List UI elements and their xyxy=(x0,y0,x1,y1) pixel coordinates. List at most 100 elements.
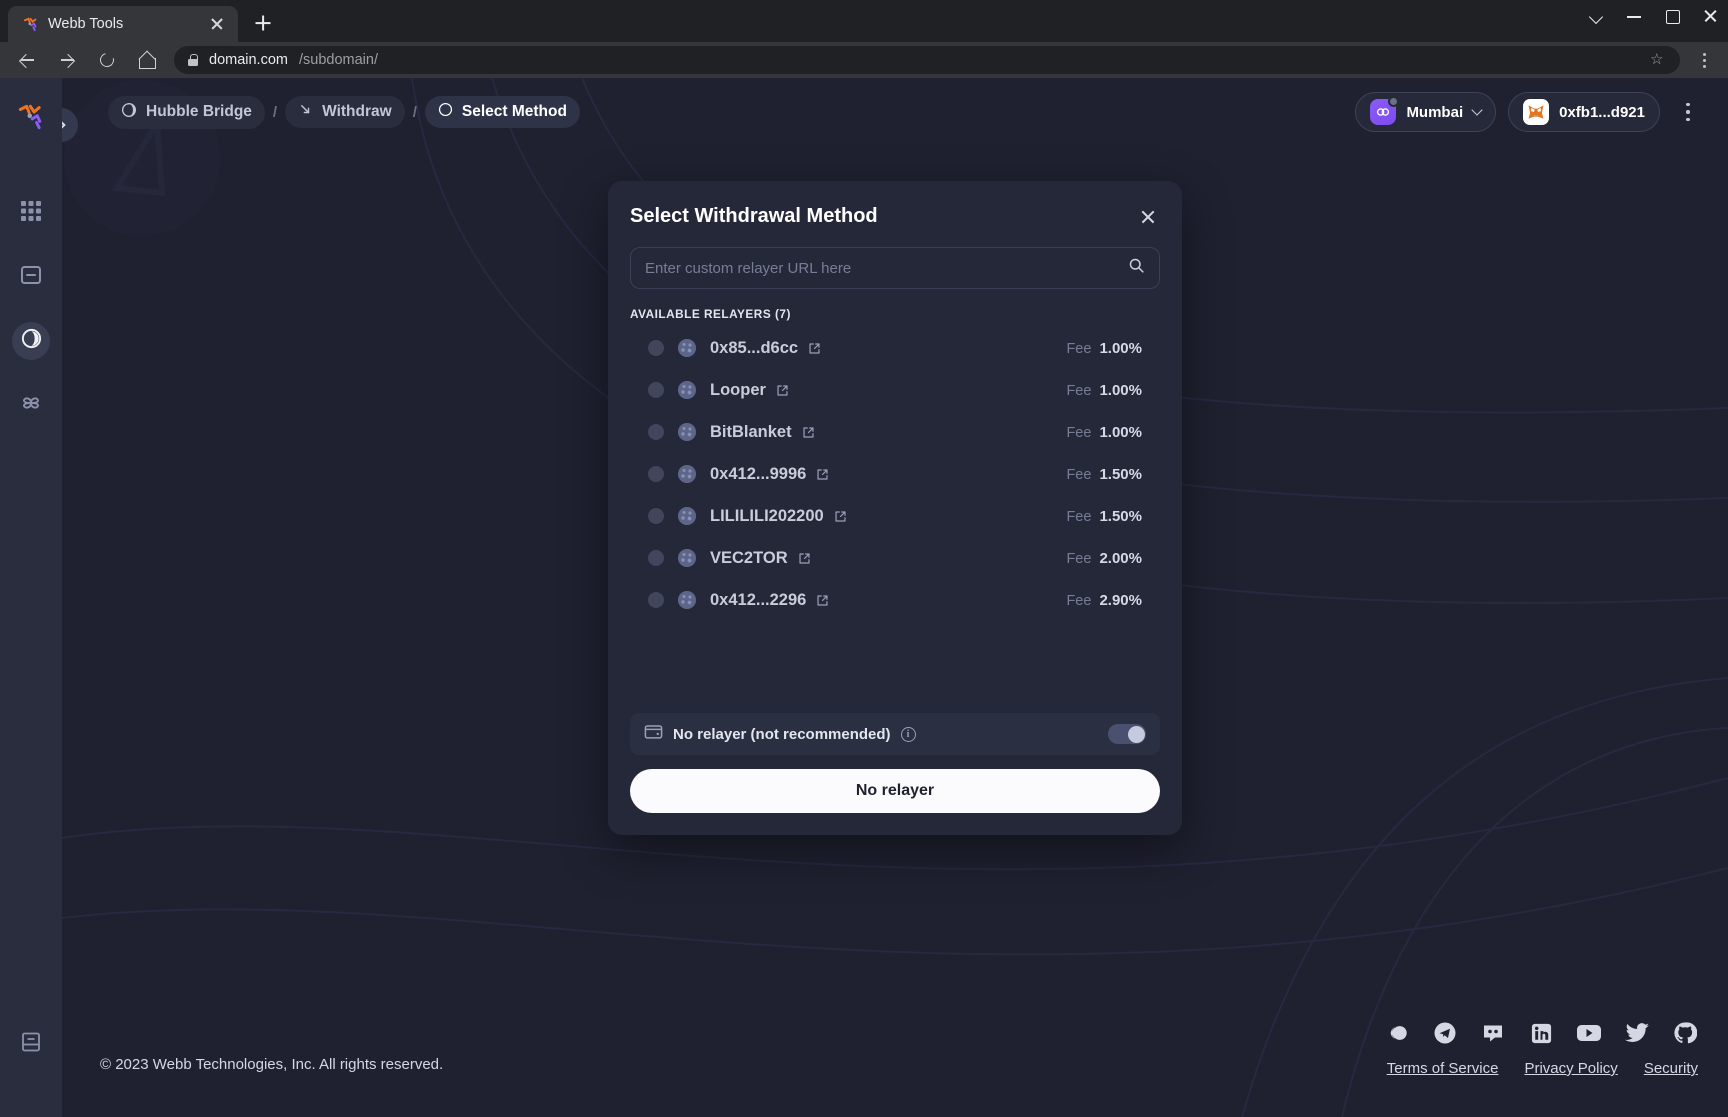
topbar-actions: Mumbai 0xfb1...d921 xyxy=(1355,92,1700,132)
linkedin-icon[interactable] xyxy=(1528,1020,1554,1046)
app-sidebar xyxy=(0,78,62,1117)
topbar-menu-icon[interactable] xyxy=(1676,102,1700,122)
relayer-url-field[interactable] xyxy=(630,247,1160,289)
fee-value: 1.00% xyxy=(1099,339,1142,357)
lock-icon xyxy=(188,54,198,66)
relayer-radio[interactable] xyxy=(648,340,664,356)
external-link-icon[interactable] xyxy=(834,510,847,523)
relayer-row[interactable]: LILILILI202200 Fee 1.50% xyxy=(630,495,1160,537)
relayer-fee: Fee 1.00% xyxy=(1066,340,1152,357)
modal-header: Select Withdrawal Method xyxy=(630,205,1160,229)
relayer-avatar-icon xyxy=(678,465,696,483)
relayer-name: VEC2TOR xyxy=(710,548,788,567)
arrow-right-icon[interactable] xyxy=(54,47,80,73)
relayer-row[interactable]: VEC2TOR Fee 2.00% xyxy=(630,537,1160,579)
external-link-icon[interactable] xyxy=(798,552,811,565)
browser-menu-icon[interactable] xyxy=(1694,52,1714,68)
relayer-radio[interactable] xyxy=(648,466,664,482)
browser-tab-title: Webb Tools xyxy=(48,16,124,32)
footer-link-security[interactable]: Security xyxy=(1644,1060,1698,1077)
search-icon[interactable] xyxy=(1128,257,1145,279)
metamask-fox-icon xyxy=(1523,99,1550,125)
relayer-fee: Fee 1.00% xyxy=(1066,424,1152,441)
relayer-radio[interactable] xyxy=(648,382,664,398)
sidebar-item-bridge[interactable] xyxy=(12,322,50,360)
reload-icon[interactable] xyxy=(94,47,120,73)
relayer-name: BitBlanket xyxy=(710,422,792,441)
external-link-icon[interactable] xyxy=(808,342,821,355)
footer-link-privacy[interactable]: Privacy Policy xyxy=(1524,1060,1617,1077)
submit-no-relayer-button[interactable]: No relayer xyxy=(630,769,1160,813)
home-icon[interactable] xyxy=(134,47,160,73)
breadcrumb-item-hubble-bridge[interactable]: Hubble Bridge xyxy=(108,95,265,129)
webb-logo-icon xyxy=(22,16,39,33)
arrow-left-icon[interactable] xyxy=(14,47,40,73)
relayer-name: 0x85...d6cc xyxy=(710,338,799,357)
tab-close-icon[interactable] xyxy=(208,15,226,33)
relayer-row[interactable]: 0x412...9996 Fee 1.50% xyxy=(630,453,1160,495)
relayer-row[interactable]: Looper Fee 1.00% xyxy=(630,369,1160,411)
twitter-icon[interactable] xyxy=(1624,1020,1650,1046)
chevron-down-icon[interactable] xyxy=(1588,8,1604,24)
external-link-icon[interactable] xyxy=(816,468,829,481)
relayer-url-input[interactable] xyxy=(645,259,1118,277)
empty-circle-icon xyxy=(438,102,453,122)
browser-toolbar: domain.com/subdomain/ ☆ xyxy=(0,42,1728,78)
footer-link-terms[interactable]: Terms of Service xyxy=(1387,1060,1499,1077)
relayer-list: 0x85...d6cc Fee 1.00% Looper Fee 1.00% BitBlan… xyxy=(630,327,1160,621)
app-topbar: Hubble Bridge / Withdraw / Select Method… xyxy=(62,78,1728,146)
telegram-icon[interactable] xyxy=(1432,1020,1458,1046)
no-relayer-option-row[interactable]: No relayer (not recommended) i xyxy=(630,713,1160,755)
external-link-icon[interactable] xyxy=(776,384,789,397)
wallet-card-icon xyxy=(644,723,663,745)
grid-apps-icon xyxy=(20,200,42,227)
address-bar[interactable]: domain.com/subdomain/ ☆ xyxy=(174,46,1680,74)
commons-icon[interactable] xyxy=(1384,1020,1410,1046)
address-domain: domain.com xyxy=(209,52,288,68)
github-icon[interactable] xyxy=(1672,1020,1698,1046)
sidebar-item-apps[interactable] xyxy=(12,194,50,232)
sidebar-item-hubble[interactable] xyxy=(12,386,50,424)
copyright-text: © 2023 Webb Technologies, Inc. All right… xyxy=(100,1056,444,1073)
browser-tab[interactable]: Webb Tools xyxy=(8,6,238,42)
breadcrumb: Hubble Bridge / Withdraw / Select Method xyxy=(108,95,580,129)
chevron-down-icon xyxy=(1471,104,1483,116)
new-tab-button[interactable] xyxy=(248,8,278,38)
wallet-button[interactable]: 0xfb1...d921 xyxy=(1508,92,1660,132)
no-relayer-toggle[interactable] xyxy=(1108,724,1146,744)
chevron-right-icon xyxy=(62,119,66,131)
sidebar-item-statistics[interactable] xyxy=(12,258,50,296)
relayer-radio[interactable] xyxy=(648,424,664,440)
youtube-icon[interactable] xyxy=(1576,1020,1602,1046)
relayer-avatar-icon xyxy=(678,339,696,357)
maximize-icon[interactable] xyxy=(1664,8,1680,24)
minimize-icon[interactable] xyxy=(1626,8,1642,24)
modal-close-icon[interactable] xyxy=(1136,205,1160,229)
fee-label: Fee xyxy=(1066,550,1092,567)
fee-value: 2.90% xyxy=(1099,591,1142,609)
wallet-address: 0xfb1...d921 xyxy=(1559,103,1645,121)
info-icon[interactable]: i xyxy=(900,726,916,742)
star-icon[interactable]: ☆ xyxy=(1650,52,1666,68)
relayer-name: Looper xyxy=(710,380,766,399)
relayer-row[interactable]: 0x85...d6cc Fee 1.00% xyxy=(630,327,1160,369)
relayer-row[interactable]: BitBlanket Fee 1.00% xyxy=(630,411,1160,453)
webb-logo-icon[interactable] xyxy=(12,98,50,136)
relayer-name: LILILILI202200 xyxy=(710,506,824,525)
relayer-radio[interactable] xyxy=(648,550,664,566)
chain-selector-button[interactable]: Mumbai xyxy=(1355,92,1497,132)
browser-tab-strip: Webb Tools xyxy=(0,0,1728,42)
relayer-radio[interactable] xyxy=(648,508,664,524)
sidebar-item-docs[interactable] xyxy=(12,1025,50,1063)
relayer-radio[interactable] xyxy=(648,592,664,608)
chain-label: Mumbai xyxy=(1406,103,1464,121)
breadcrumb-item-select-method[interactable]: Select Method xyxy=(424,96,580,128)
relayer-avatar-icon xyxy=(678,381,696,399)
relayer-row[interactable]: 0x412...2296 Fee 2.90% xyxy=(630,579,1160,621)
fee-label: Fee xyxy=(1066,466,1092,483)
discord-icon[interactable] xyxy=(1480,1020,1506,1046)
window-close-icon[interactable] xyxy=(1702,8,1718,24)
external-link-icon[interactable] xyxy=(816,594,829,607)
external-link-icon[interactable] xyxy=(802,426,815,439)
breadcrumb-item-withdraw[interactable]: Withdraw xyxy=(285,96,405,128)
